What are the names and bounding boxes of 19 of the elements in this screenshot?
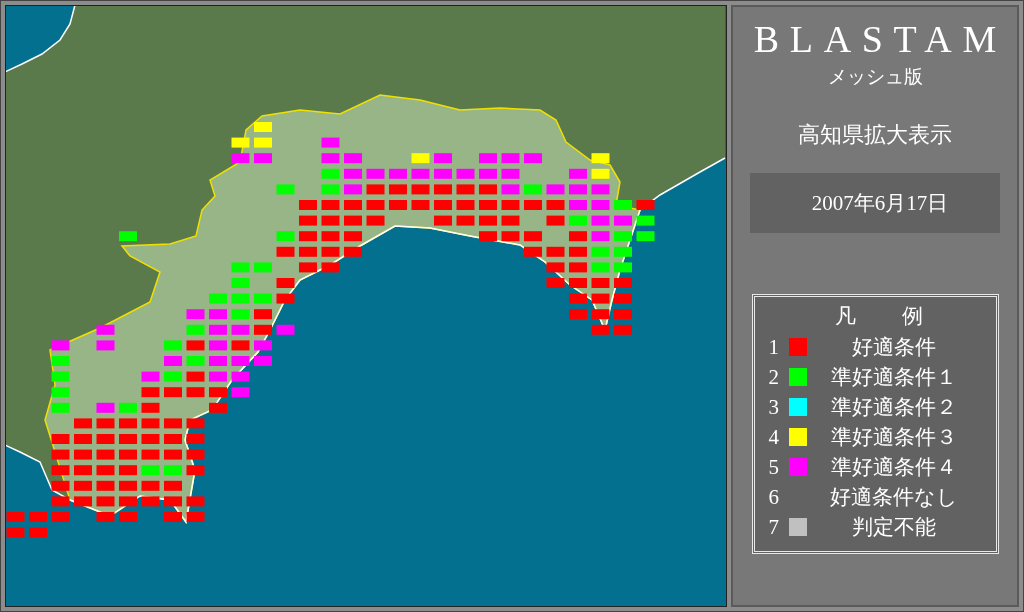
legend-number: 6 [768,484,780,510]
legend-label: 準好適条件２ [830,394,958,420]
legend-label: 準好適条件３ [830,424,958,450]
legend-title: 凡 例 [833,303,936,329]
legend-label: 準好適条件１ [830,364,958,390]
legend-number: 1 [768,334,780,360]
app-subtitle: メッシュ版 [827,65,923,89]
legend-label: 判定不能 [851,514,937,540]
legend-number: 4 [768,424,780,450]
app-title: BLASTAM [752,17,1007,61]
view-label: 高知県拡大表示 [798,121,952,149]
legend-number: 3 [768,394,780,420]
legend-label: 好適条件なし [829,484,959,510]
legend-number: 2 [768,364,780,390]
legend-label: 好適条件 [851,334,937,360]
legend-number: 5 [768,454,780,480]
date-label: 2007年6月17日 [810,190,949,216]
legend-number: 7 [768,514,780,540]
legend-label: 準好適条件４ [830,454,958,480]
